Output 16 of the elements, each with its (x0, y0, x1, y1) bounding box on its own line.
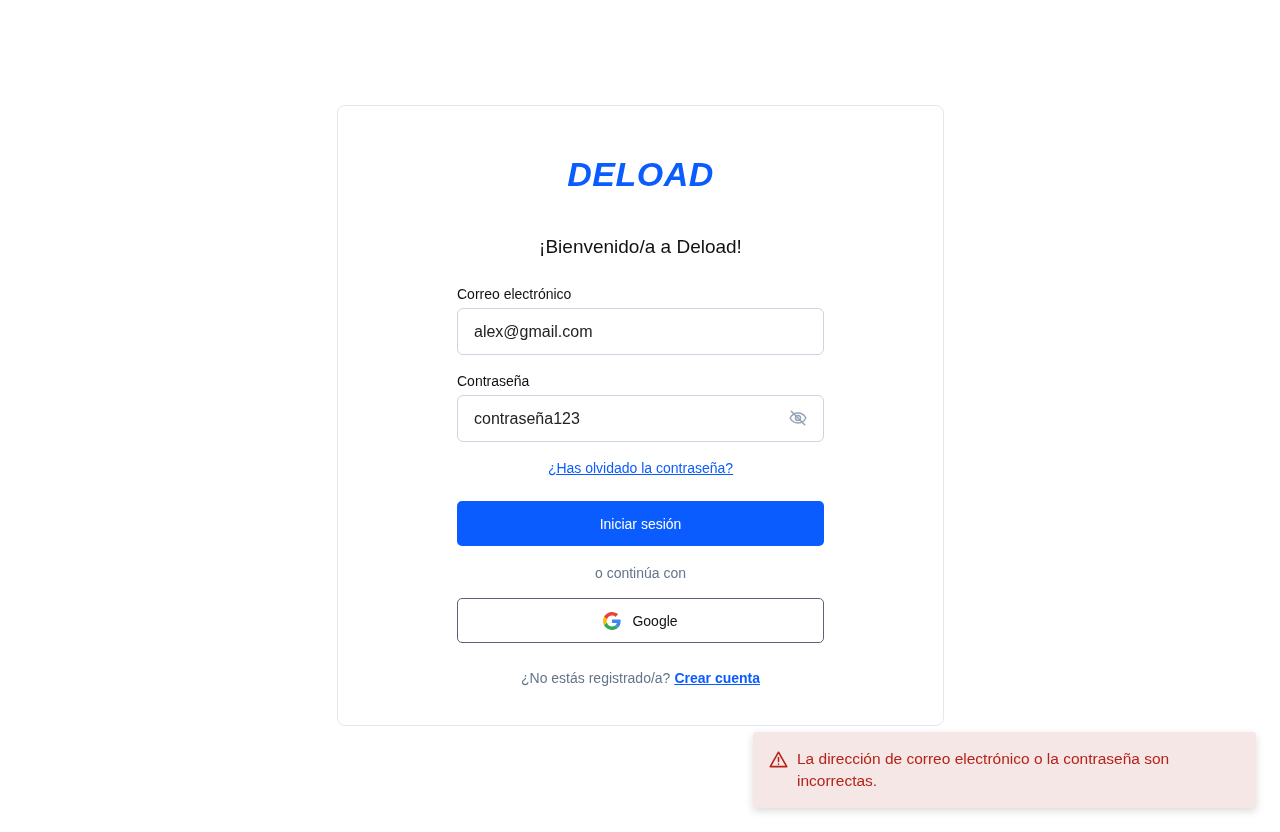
email-label: Correo electrónico (457, 285, 572, 304)
g-logo-icon (603, 611, 622, 630)
brand-logo: DELOAD (567, 154, 714, 194)
google-sign-in-button[interactable]: Google (457, 598, 824, 643)
forgot-password-link[interactable]: ¿Has olvidado la contraseña? (547, 458, 734, 478)
password-label: Contraseña (457, 372, 530, 391)
sign-in-button[interactable]: Iniciar sesión (457, 501, 824, 546)
email-field[interactable]: alex@gmail.com (457, 308, 824, 355)
eye-slash-icon[interactable] (788, 408, 808, 428)
welcome-heading: ¡Bienvenido/a a Deload! (539, 235, 742, 259)
signup-prompt: ¿No estás registrado/a? (521, 669, 671, 688)
warning-icon (769, 750, 788, 769)
divider-text: o continúa con (594, 564, 687, 583)
create-account-link[interactable]: Crear cuenta (674, 668, 760, 688)
password-field[interactable]: contraseña123 (457, 395, 824, 442)
error-message: La dirección de correo electrónico o la contraseña son incorrectas. (797, 749, 1171, 791)
